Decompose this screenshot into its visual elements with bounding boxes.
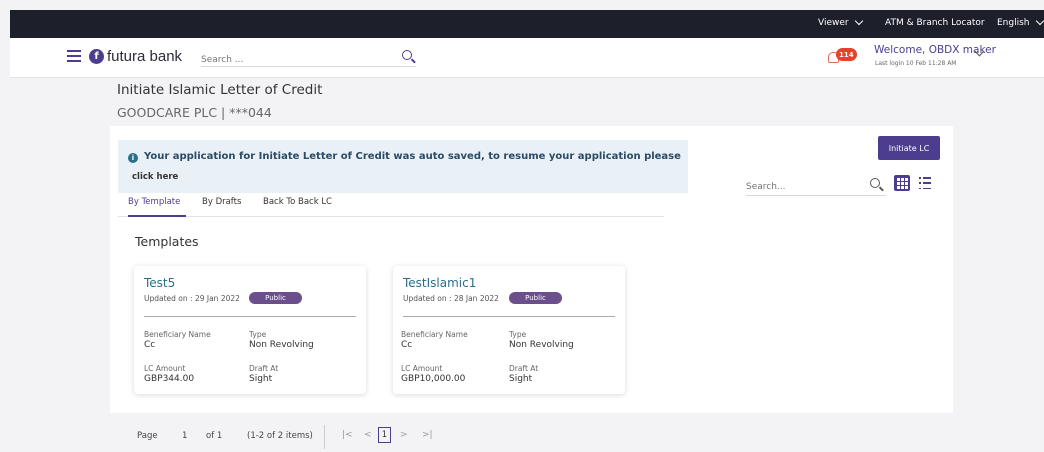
tab-by-template[interactable]: By Template (128, 197, 180, 207)
menu-icon[interactable] (67, 50, 81, 62)
party-subtitle: GOODCARE PLC | ***044 (117, 105, 272, 120)
pagination-divider (324, 425, 325, 449)
type-label: Type (249, 330, 267, 339)
draft-at-label: Draft At (509, 364, 539, 373)
language-dropdown[interactable]: English (997, 16, 1044, 28)
global-search-input[interactable] (201, 52, 381, 65)
app-header: f futura bank 114 Welcome, OBDX maker La… (10, 38, 1044, 78)
lc-amount-label: LC Amount (401, 364, 443, 373)
tab-by-drafts[interactable]: By Drafts (202, 197, 241, 207)
template-updated: Updated on : 28 Jan 2022 (403, 294, 499, 303)
draft-at-label: Draft At (249, 364, 279, 373)
viewer-label: Viewer (818, 18, 849, 28)
next-page-icon[interactable]: > (400, 430, 408, 440)
search-icon[interactable] (402, 50, 412, 60)
autosave-message: Your application for Initiate Letter of … (144, 151, 681, 162)
template-card[interactable]: TestIslamic1 Updated on : 28 Jan 2022 Pu… (393, 266, 625, 394)
chevron-down-icon (1035, 16, 1044, 26)
chevron-down-icon (854, 16, 863, 26)
template-search (746, 174, 886, 196)
last-login-text: Last login 10 Feb 11:28 AM (875, 60, 957, 67)
items-count: (1-2 of 2 items) (247, 431, 313, 441)
page-title: Initiate Islamic Letter of Credit (117, 82, 323, 98)
current-page-button[interactable]: 1 (378, 427, 391, 443)
atm-branch-locator-link[interactable]: ATM & Branch Locator (885, 18, 985, 28)
notification-count-badge[interactable]: 114 (836, 48, 857, 61)
draft-at-value: Sight (509, 374, 533, 384)
card-divider (403, 316, 615, 317)
beneficiary-label: Beneficiary Name (401, 330, 468, 339)
active-tab-indicator (128, 215, 186, 217)
global-search (201, 47, 416, 67)
language-label: English (997, 18, 1030, 28)
atm-branch-locator-label: ATM & Branch Locator (885, 18, 985, 28)
type-value: Non Revolving (509, 340, 574, 350)
brand-name: futura bank (107, 48, 183, 65)
card-divider (144, 316, 356, 317)
viewer-dropdown[interactable]: Viewer (818, 16, 863, 28)
templates-heading: Templates (135, 234, 199, 249)
draft-at-value: Sight (249, 374, 273, 384)
beneficiary-value: Cc (401, 340, 413, 350)
search-icon[interactable] (870, 178, 880, 188)
template-updated: Updated on : 29 Jan 2022 (144, 294, 240, 303)
template-search-input[interactable] (746, 178, 856, 192)
beneficiary-value: Cc (144, 340, 156, 350)
pagination-bar: Page 1 of 1 (1-2 of 2 items) |< < 1 > >| (110, 413, 953, 452)
tab-back-to-back-lc[interactable]: Back To Back LC (263, 197, 332, 207)
top-bar: Viewer ATM & Branch Locator English (10, 10, 1044, 38)
last-page-icon[interactable]: >| (422, 430, 433, 440)
click-here-link[interactable]: click here (132, 172, 178, 182)
grid-view-icon[interactable] (894, 175, 910, 191)
public-badge: Public (249, 292, 302, 304)
beneficiary-label: Beneficiary Name (144, 330, 211, 339)
lc-amount-value: GBP344.00 (144, 374, 195, 384)
prev-page-icon[interactable]: < (364, 430, 372, 440)
page-label: Page (137, 431, 158, 441)
template-name[interactable]: TestIslamic1 (403, 276, 476, 290)
lc-amount-label: LC Amount (144, 364, 186, 373)
type-value: Non Revolving (249, 340, 314, 350)
first-page-icon[interactable]: |< (342, 430, 353, 440)
logo-mark-icon: f (89, 49, 104, 64)
brand-logo[interactable]: f futura bank (89, 48, 182, 65)
page-of-label: of 1 (206, 431, 223, 441)
template-tabs: By Template By Drafts Back To Back LC (118, 195, 664, 217)
autosave-banner: i Your application for Initiate Letter o… (118, 140, 688, 193)
list-view-icon[interactable] (919, 177, 931, 189)
info-icon: i (128, 153, 138, 163)
page-number-input[interactable]: 1 (182, 431, 187, 441)
type-label: Type (509, 330, 527, 339)
template-name[interactable]: Test5 (144, 276, 175, 290)
template-card[interactable]: Test5 Updated on : 29 Jan 2022 Public Be… (134, 266, 366, 394)
initiate-lc-button[interactable]: Initiate LC (878, 136, 940, 160)
public-badge: Public (509, 292, 562, 304)
lc-amount-value: GBP10,000.00 (401, 374, 466, 384)
